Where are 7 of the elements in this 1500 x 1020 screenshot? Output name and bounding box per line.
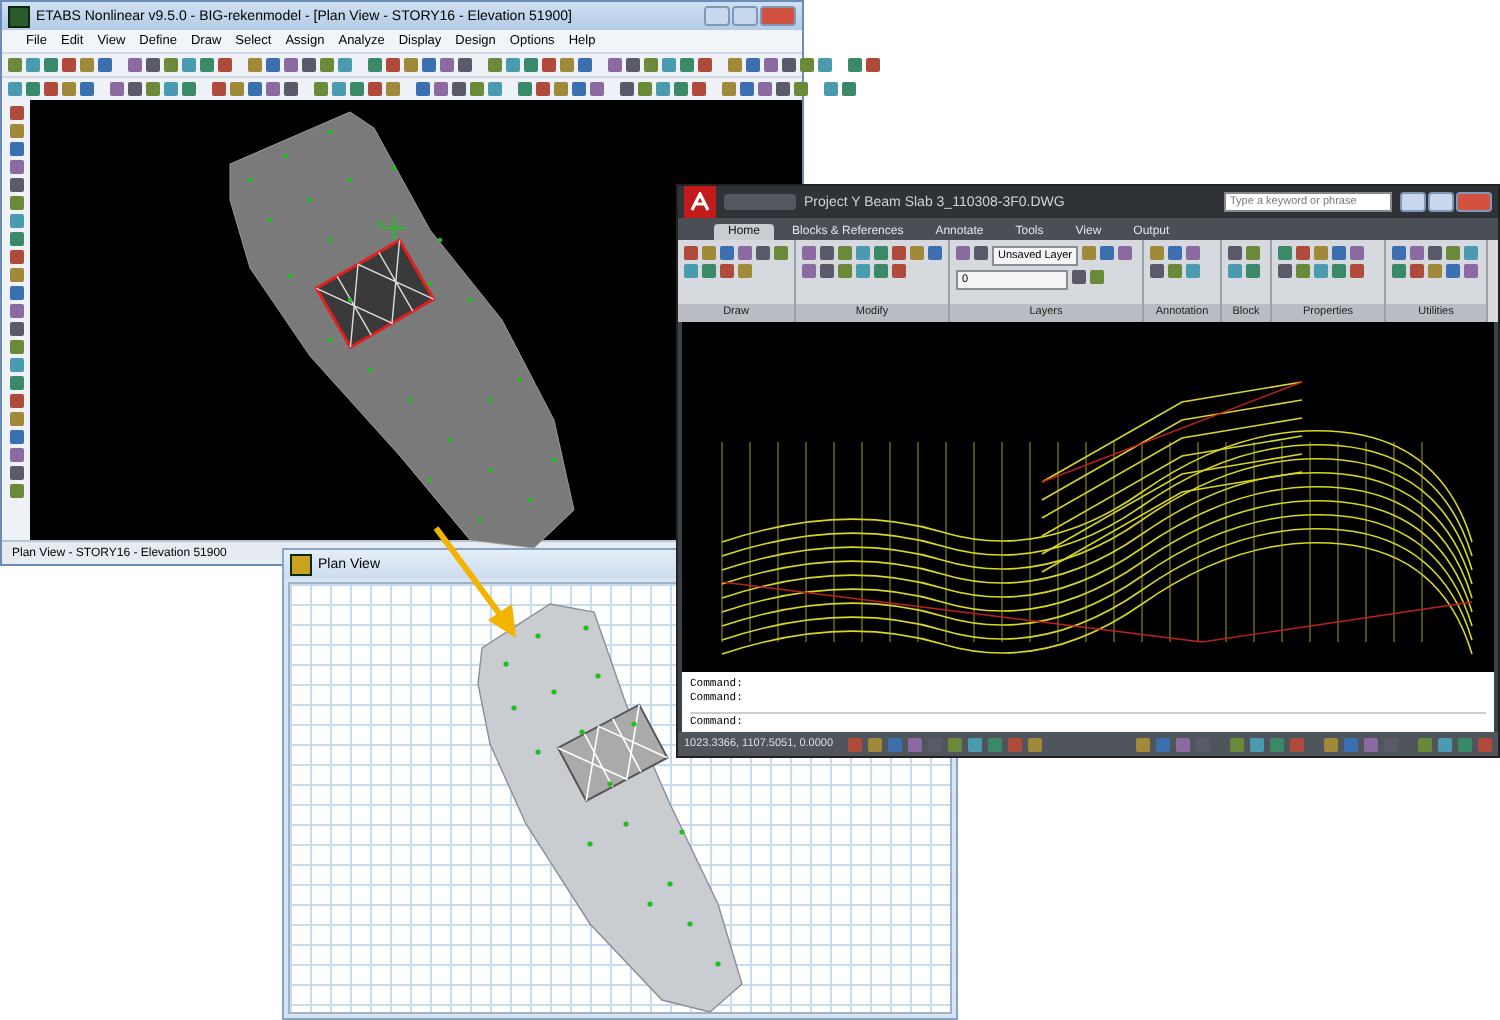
logo-icon[interactable] [684, 186, 716, 218]
app-icon [290, 553, 312, 575]
minimize-button[interactable] [1400, 192, 1426, 212]
pointer-arrow [433, 526, 516, 638]
maximize-button[interactable] [1428, 192, 1454, 212]
app-icon [8, 5, 30, 27]
close-button[interactable] [760, 6, 796, 26]
